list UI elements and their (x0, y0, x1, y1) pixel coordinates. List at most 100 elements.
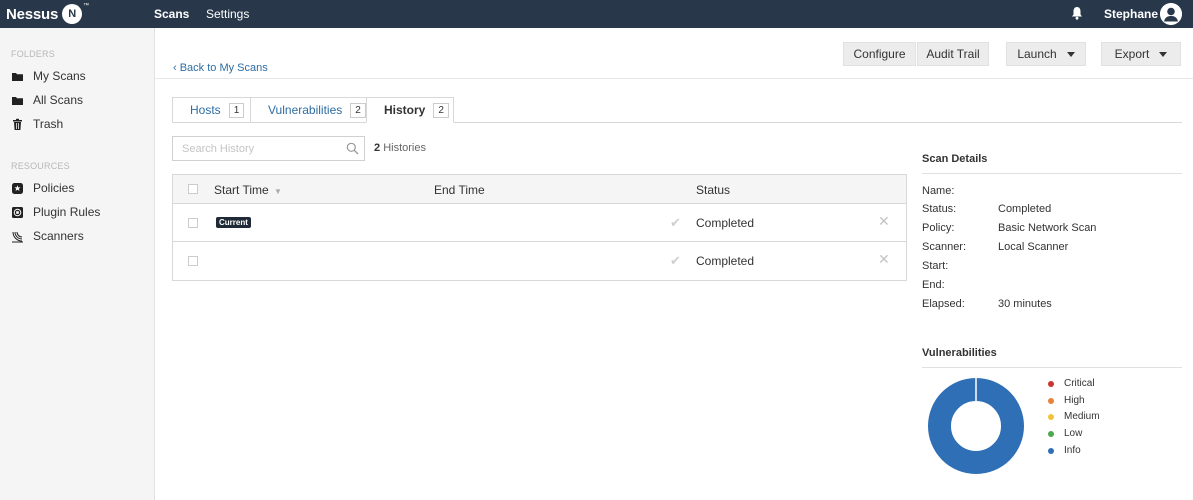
resources-heading: RESOURCES (11, 161, 70, 171)
audit-trail-button[interactable]: Audit Trail (917, 42, 989, 66)
legend-item-high: High (1048, 395, 1085, 406)
legend-item-critical: Critical (1048, 378, 1095, 389)
detail-value-policy: Basic Network Scan (998, 222, 1097, 234)
folders-heading: FOLDERS (11, 49, 55, 59)
sidebar-item-plugin-rules[interactable]: Plugin Rules (11, 203, 100, 221)
detail-label-start: Start: (922, 260, 949, 272)
bell-icon[interactable] (1071, 6, 1083, 20)
legend-dot-medium (1048, 413, 1054, 420)
audit-trail-button-label: Audit Trail (926, 47, 980, 61)
sidebar-item-trash[interactable]: Trash (11, 115, 63, 133)
tab-label: Hosts (190, 103, 221, 117)
tab-hosts[interactable]: Hosts 1 (172, 97, 251, 123)
row-checkbox[interactable] (188, 218, 198, 228)
table-row[interactable]: ✔ Completed ✕ (173, 242, 906, 280)
sidebar-item-label: Plugin Rules (33, 205, 101, 219)
end-time-column-header[interactable]: End Time (434, 183, 485, 197)
detail-label-policy: Policy: (922, 222, 955, 234)
history-count-number: 2 (374, 142, 381, 154)
detail-label-name: Name: (922, 185, 955, 197)
table-row[interactable]: Current ✔ Completed ✕ (173, 204, 906, 242)
start-time-column-header[interactable]: Start Time ▼ (214, 183, 282, 197)
nav-scans[interactable]: Scans (154, 7, 189, 21)
check-icon: ✔ (670, 253, 681, 268)
legend-dot-high (1048, 397, 1054, 404)
detail-label-end: End: (922, 279, 945, 291)
history-count: 2 Histories (374, 142, 426, 154)
caret-down-icon (1159, 51, 1168, 57)
back-to-my-scans-link[interactable]: ‹ Back to My Scans (173, 62, 268, 74)
sidebar-item-label: Trash (33, 117, 64, 131)
history-table: Start Time ▼ End Time Status Current ✔ C… (172, 174, 907, 281)
tab-count-badge: 1 (228, 102, 245, 118)
legend-dot-info (1048, 447, 1054, 454)
legend-dot-critical (1048, 380, 1054, 387)
legend-label: Medium (1064, 411, 1100, 422)
sidebar-item-label: My Scans (33, 69, 86, 83)
delete-icon[interactable]: ✕ (878, 251, 890, 268)
status-cell: Completed (696, 216, 755, 230)
legend-item-low: Low (1048, 428, 1082, 439)
tab-label: Vulnerabilities (268, 103, 343, 117)
tab-history[interactable]: History 2 (366, 97, 454, 123)
launch-dropdown-button[interactable]: Launch (1006, 42, 1086, 66)
sidebar-item-label: All Scans (33, 93, 84, 107)
launch-button-label: Launch (1017, 47, 1057, 61)
configure-button[interactable]: Configure (843, 42, 916, 66)
legend-label: Info (1064, 445, 1081, 456)
tab-label: History (384, 103, 426, 117)
status-column-header[interactable]: Status (696, 183, 730, 197)
nessus-logo[interactable]: Nessus N ™ (6, 3, 89, 25)
user-name[interactable]: Stephane (1104, 7, 1158, 21)
sidebar: FOLDERS My Scans All Scans Trash RESOURC… (0, 28, 155, 500)
sidebar-item-label: Scanners (33, 229, 84, 243)
export-dropdown-button[interactable]: Export (1101, 42, 1181, 66)
detail-label-scanner: Scanner: (922, 241, 967, 253)
vulnerabilities-title: Vulnerabilities (922, 347, 997, 359)
plugin-rules-icon (12, 206, 23, 218)
user-avatar-icon[interactable] (1160, 3, 1182, 25)
search-input[interactable] (173, 137, 333, 160)
status-cell: Completed (696, 254, 755, 268)
policy-shield-icon (12, 182, 23, 194)
legend-label: Critical (1064, 378, 1095, 389)
sidebar-item-scanners[interactable]: Scanners (11, 227, 84, 245)
legend-dot-low (1048, 430, 1054, 437)
logo-badge: N (62, 4, 83, 24)
sidebar-item-label: Policies (33, 181, 75, 195)
search-history-box (172, 136, 365, 161)
detail-value-elapsed: 30 minutes (998, 298, 1052, 310)
logo-trademark: ™ (83, 3, 90, 9)
row-checkbox[interactable] (188, 256, 198, 266)
start-time-header-label: Start Time (214, 183, 269, 197)
detail-value-status: Completed (998, 203, 1052, 215)
vulnerabilities-divider (922, 367, 1182, 368)
legend-item-medium: Medium (1048, 411, 1100, 422)
scan-details-title: Scan Details (922, 153, 988, 165)
scan-details-divider (922, 173, 1182, 174)
sidebar-item-all-scans[interactable]: All Scans (11, 91, 83, 109)
detail-label-elapsed: Elapsed: (922, 298, 965, 310)
search-icon[interactable] (346, 142, 359, 155)
export-button-label: Export (1114, 47, 1150, 61)
sort-caret-icon: ▼ (274, 187, 282, 196)
sidebar-item-my-scans[interactable]: My Scans (11, 67, 86, 85)
current-badge: Current (216, 217, 251, 228)
table-header: Start Time ▼ End Time Status (173, 175, 906, 204)
tab-vulnerabilities[interactable]: Vulnerabilities 2 (250, 97, 367, 123)
delete-icon[interactable]: ✕ (878, 213, 890, 230)
header-divider (155, 78, 1193, 79)
sidebar-item-policies[interactable]: Policies (11, 179, 74, 197)
tab-count-badge: 2 (350, 102, 366, 118)
detail-value-scanner: Local Scanner (998, 241, 1069, 253)
caret-down-icon (1066, 51, 1075, 57)
tab-count-badge: 2 (433, 102, 449, 118)
configure-button-label: Configure (853, 47, 906, 61)
legend-label: Low (1064, 428, 1083, 439)
select-all-checkbox[interactable] (188, 184, 198, 194)
check-icon: ✔ (670, 215, 681, 230)
nav-settings[interactable]: Settings (206, 7, 249, 21)
vulnerabilities-donut-chart[interactable] (927, 377, 1025, 475)
folder-icon (12, 72, 23, 81)
detail-label-status: Status: (922, 203, 957, 215)
